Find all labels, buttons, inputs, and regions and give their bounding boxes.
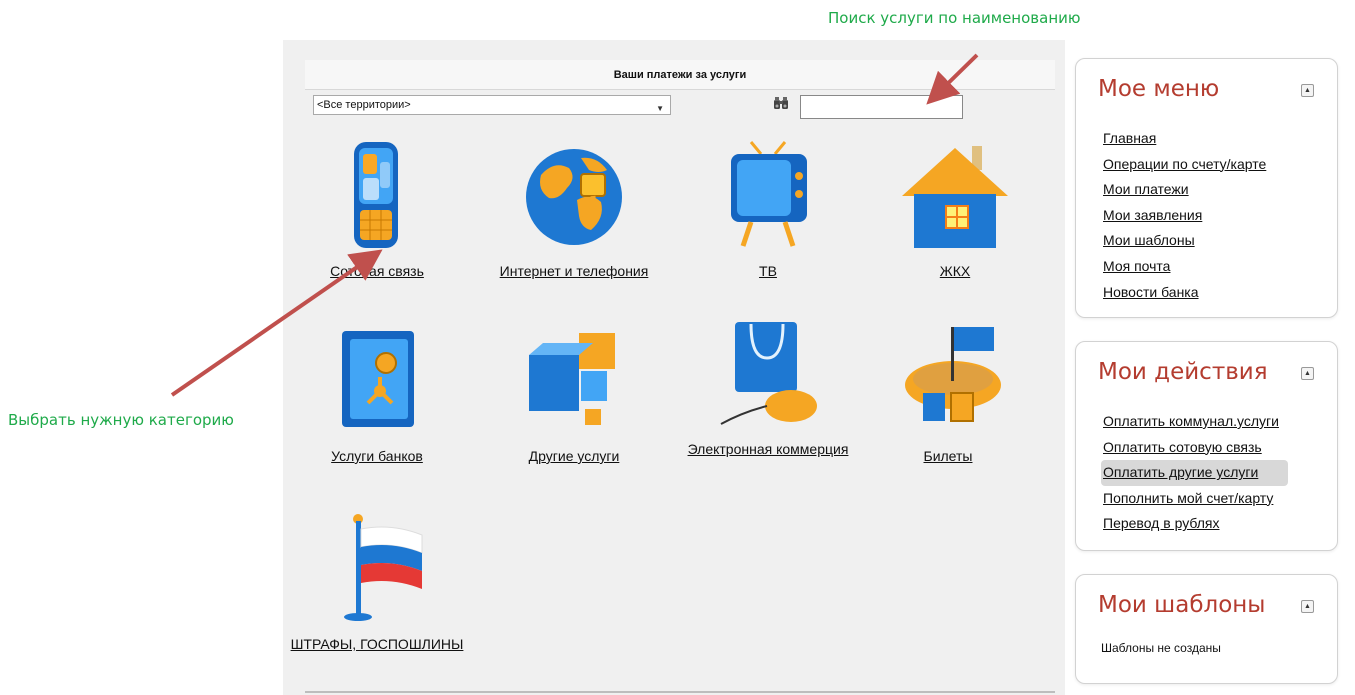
panel-bottom-divider [305,691,1055,693]
house-icon [902,146,1008,248]
tile-mobile[interactable]: Сотовая связь [282,140,472,279]
globe-icon [526,149,622,245]
tile-bank-label[interactable]: Услуги банков [282,448,472,464]
tile-fines-label[interactable]: ШТРАФЫ, ГОСПОШЛИНЫ [282,636,472,652]
payments-panel: Ваши платежи за услуги <Все территории> … [283,40,1065,695]
menu-link-my-applications[interactable]: Мои заявления [1101,203,1204,229]
shopping-bag-mouse-icon [720,322,817,425]
action-link-pay-utilities[interactable]: Оплатить коммунал.услуги [1101,409,1281,435]
tile-other[interactable]: Другие услуги [479,325,669,464]
search-hint-annotation: Поиск услуги по наименованию [828,9,1081,27]
mobile-phone-icon [354,142,398,248]
collapse-up-icon[interactable]: ▲ [1301,600,1314,613]
ticket-flag-icon [905,327,1001,422]
my-templates-box: Мои шаблоны ▲ Шаблоны не созданы [1075,574,1338,684]
binoculars-icon [774,97,788,109]
tile-other-label[interactable]: Другие услуги [479,448,669,464]
action-link-pay-other[interactable]: Оплатить другие услуги [1101,460,1289,486]
screenshot-stage: Поиск услуги по наименованию Выбрать нуж… [0,0,1355,695]
my-menu-box: Мое меню ▲ Главная Операции по счету/кар… [1075,58,1338,318]
safe-icon [342,331,414,427]
collapse-up-icon[interactable]: ▲ [1301,84,1314,97]
tile-mobile-label[interactable]: Сотовая связь [282,263,472,279]
my-actions-list: Оплатить коммунал.услуги Оплатить сотову… [1101,409,1289,537]
tile-internet-label[interactable]: Интернет и телефония [479,263,669,279]
action-link-ruble-transfer[interactable]: Перевод в рублях [1101,511,1222,537]
territory-select-value: <Все территории> [317,99,411,111]
tile-tickets[interactable]: Билеты [853,325,1043,464]
tile-tv-label[interactable]: ТВ [673,263,863,279]
tile-housing[interactable]: ЖКХ [860,140,1050,279]
menu-link-bank-news[interactable]: Новости банка [1101,280,1201,306]
my-menu-title: Мое меню [1098,76,1220,102]
my-actions-box: Мои действия ▲ Оплатить коммунал.услуги … [1075,341,1338,551]
russian-flag-icon [344,514,423,621]
service-search-input[interactable] [800,95,963,119]
category-hint-annotation: Выбрать нужную категорию [8,411,234,429]
tile-internet[interactable]: Интернет и телефония [479,140,669,279]
payments-header: Ваши платежи за услуги [305,60,1055,90]
my-templates-title: Мои шаблоны [1098,592,1266,618]
templates-empty-text: Шаблоны не созданы [1101,641,1221,655]
menu-link-my-mail[interactable]: Моя почта [1101,254,1172,280]
tile-tickets-label[interactable]: Билеты [853,448,1043,464]
tv-icon [731,141,807,247]
tile-tv[interactable]: ТВ [673,140,863,279]
tile-housing-label[interactable]: ЖКХ [860,263,1050,279]
territory-select[interactable]: <Все территории> ▼ [313,95,671,115]
my-actions-title: Мои действия [1098,359,1268,385]
chevron-down-icon: ▼ [656,104,664,113]
action-link-top-up-account[interactable]: Пополнить мой счет/карту [1101,486,1275,512]
collapse-up-icon[interactable]: ▲ [1301,367,1314,380]
menu-link-my-templates[interactable]: Мои шаблоны [1101,228,1197,254]
tile-ecommerce-label[interactable]: Электронная коммерция [673,441,863,457]
menu-link-my-payments[interactable]: Мои платежи [1101,177,1191,203]
tile-fines[interactable]: ШТРАФЫ, ГОСПОШЛИНЫ [282,513,472,652]
menu-link-home[interactable]: Главная [1101,126,1158,152]
tile-bank[interactable]: Услуги банков [282,325,472,464]
my-menu-list: Главная Операции по счету/карте Мои плат… [1101,126,1268,305]
cubes-icon [529,333,615,425]
action-link-pay-mobile[interactable]: Оплатить сотовую связь [1101,435,1264,461]
menu-link-account-operations[interactable]: Операции по счету/карте [1101,152,1268,178]
tile-ecommerce[interactable]: Электронная коммерция [673,318,863,457]
